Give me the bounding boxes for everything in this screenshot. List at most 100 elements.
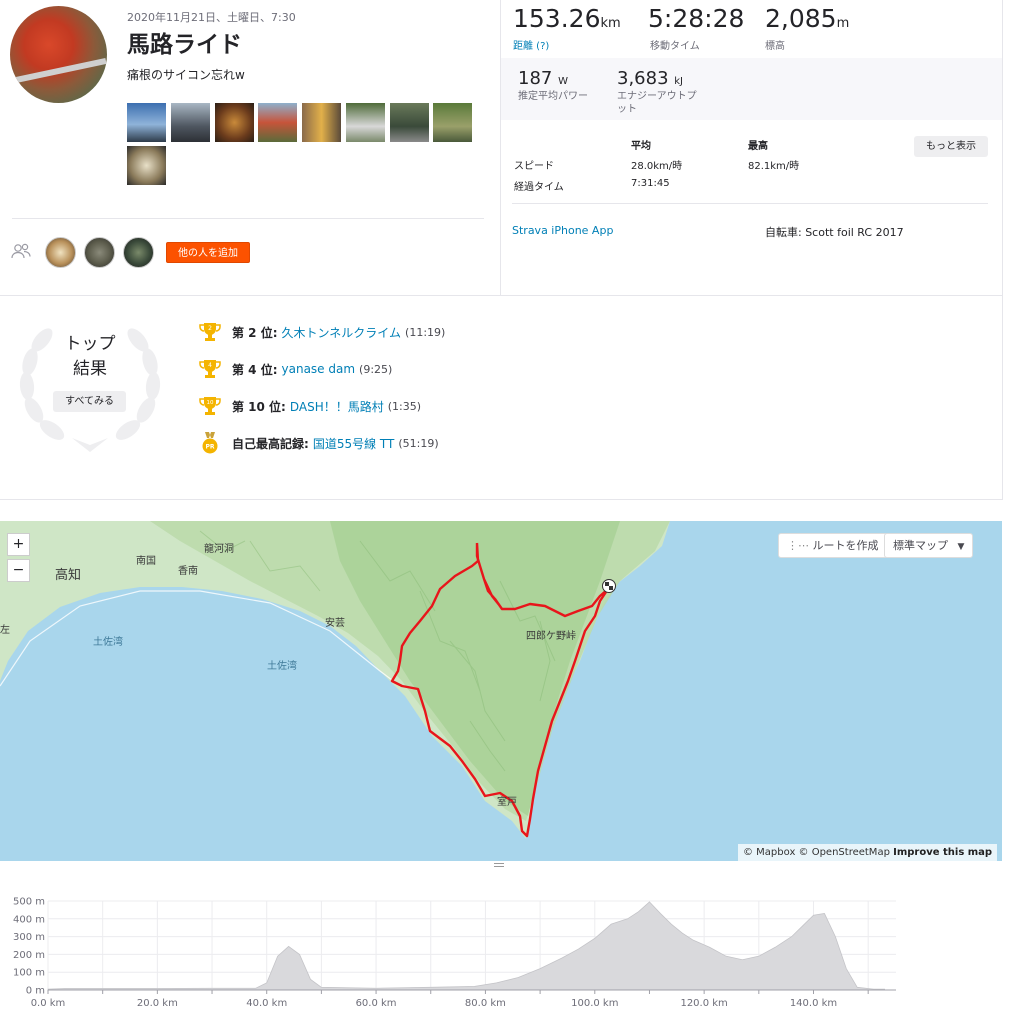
athlete-avatar[interactable] (84, 237, 115, 268)
achievement-item: 10 第 10 位: DASH！！馬路村 (1:35) (199, 394, 421, 418)
photo-thumbnail[interactable] (127, 146, 166, 185)
map-label-kochi: 高知 (55, 568, 82, 583)
bike-info: 自転車: Scott foil RC 2017 (765, 226, 904, 239)
secondary-stats-panel (501, 58, 1002, 120)
show-more-button[interactable]: もっと表示 (914, 136, 988, 157)
route-map[interactable]: + − 高知 南国 香南 龍河洞 安芸 土佐湾 土佐湾 四郎ケ野峠 室戸 左 (0, 521, 1002, 861)
zoom-in-button[interactable]: + (7, 533, 30, 556)
y-tick-label: 400 m (13, 914, 45, 925)
activity-description: 痛根のサイコン忘れw (127, 68, 245, 82)
y-tick-label: 0 m (26, 986, 45, 997)
energy-label: エナジーアウトプ ット (617, 91, 697, 115)
achievement-item: PR 自己最高記録: 国道55号線 TT (51:19) (199, 431, 439, 455)
elevation-chart[interactable]: 0 m 100 m 200 m 300 m 400 m 500 m 0.0 km 20.0 … (0, 872, 1003, 1024)
moving-time-value: 5:28:28 (648, 4, 745, 33)
finish-flag-icon (602, 579, 616, 593)
improve-map-link[interactable]: Improve this map (893, 847, 992, 858)
segment-link[interactable]: DASH！！馬路村 (290, 398, 384, 415)
segment-time: (1:35) (387, 399, 422, 413)
caret-down-icon: ▼ (957, 542, 965, 552)
photo-thumbnail[interactable] (390, 103, 429, 142)
photo-thumbnail[interactable] (171, 103, 210, 142)
x-tick-label: 140.0 km (790, 998, 837, 1009)
top-results-title-line: トップ (64, 334, 116, 354)
top-results-title-line: 結果 (73, 359, 107, 379)
energy-value: 3,683 kJ (617, 68, 684, 89)
photo-thumbnail[interactable] (302, 103, 341, 142)
y-tick-label: 100 m (13, 968, 45, 979)
svg-text:4: 4 (208, 362, 212, 369)
column-header-max: 最高 (748, 141, 768, 152)
divider (1002, 0, 1003, 500)
trophy-icon: 10 (199, 397, 221, 415)
segment-time: (11:19) (405, 325, 446, 339)
map-label-konan: 香南 (178, 566, 198, 577)
x-tick-label: 60.0 km (356, 998, 397, 1009)
y-tick-label: 500 m (13, 897, 45, 908)
segment-link[interactable]: 久木トンネルクライム (282, 324, 402, 341)
activity-title: 馬路ライド (127, 32, 242, 58)
photo-thumbnail[interactable] (127, 103, 166, 142)
elapsed-time-label: 経過タイム (514, 182, 564, 193)
resize-handle-icon[interactable] (494, 862, 504, 869)
achievement-rank: 自己最高記録: (232, 436, 309, 451)
segment-link[interactable]: yanase dam (282, 362, 356, 376)
achievement-item: 4 第 4 位: yanase dam (9:25) (199, 357, 392, 381)
top-results-title: トップ 結果 (40, 332, 140, 382)
photo-thumbnail[interactable] (433, 103, 472, 142)
x-tick-label: 40.0 km (246, 998, 287, 1009)
svg-text:2: 2 (208, 325, 212, 332)
y-axis: 0 m 100 m 200 m 300 m 400 m 500 m (13, 897, 45, 997)
divider (500, 0, 501, 295)
create-route-button[interactable]: ⋮⋯ ルートを作成 (778, 533, 888, 558)
divider (512, 203, 988, 204)
route-icon: ⋮⋯ (787, 539, 809, 552)
activity-date: 2020年11月21日、土曜日、7:30 (127, 11, 296, 24)
create-route-label: ルートを作成 (812, 539, 879, 552)
power-label: 推定平均パワー (518, 91, 588, 102)
attribution-text: © Mapbox © OpenStreetMap (743, 847, 890, 858)
x-tick-label: 80.0 km (465, 998, 506, 1009)
x-tick-label: 100.0 km (571, 998, 618, 1009)
map-style-label: 標準マップ (893, 539, 948, 552)
elapsed-time-value: 7:31:45 (631, 178, 670, 189)
pr-medal-icon: PR (202, 432, 218, 454)
segment-time: (51:19) (398, 436, 439, 450)
athlete-avatar[interactable] (123, 237, 154, 268)
trophy-icon: 4 (199, 360, 221, 378)
svg-text:PR: PR (205, 444, 214, 451)
segment-link[interactable]: 国道55号線 TT (313, 435, 395, 452)
photo-thumbnail[interactable] (215, 103, 254, 142)
device-app-link[interactable]: Strava iPhone App (512, 224, 613, 237)
map-attribution: © Mapbox © OpenStreetMap Improve this ma… (738, 844, 998, 861)
divider (0, 499, 1003, 500)
map-style-dropdown[interactable]: 標準マップ ▼ (884, 533, 974, 558)
map-label-aki: 安芸 (325, 618, 345, 629)
elevation-value: 2,085m (765, 4, 850, 33)
speed-max: 82.1km/時 (748, 161, 800, 172)
column-header-average: 平均 (631, 141, 651, 152)
power-value: 187 W (518, 68, 568, 89)
zoom-out-button[interactable]: − (7, 559, 30, 582)
speed-average: 28.0km/時 (631, 161, 683, 172)
y-tick-label: 200 m (13, 950, 45, 961)
achievement-rank: 第 2 位: (232, 325, 278, 340)
x-tick-label: 120.0 km (680, 998, 727, 1009)
photo-thumbnail[interactable] (258, 103, 297, 142)
map-label-tosa-bay: 土佐湾 (267, 661, 297, 672)
svg-text:10: 10 (207, 400, 214, 406)
speed-label: スピード (514, 161, 554, 172)
map-label-tosa-bay: 土佐湾 (93, 637, 123, 648)
map-canvas[interactable] (0, 521, 1002, 861)
elevation-label: 標高 (765, 41, 785, 52)
group-icon (11, 243, 31, 259)
photo-thumbnail[interactable] (346, 103, 385, 142)
add-others-button[interactable]: 他の人を追加 (166, 242, 250, 263)
see-all-button[interactable]: すべてみる (53, 391, 126, 412)
distance-value: 153.26km (513, 4, 621, 33)
map-label-muroto: 室戸 (497, 797, 517, 808)
athlete-avatar[interactable] (45, 237, 76, 268)
athlete-avatar[interactable] (10, 6, 107, 103)
map-label-edge: 左 (0, 625, 10, 636)
distance-label[interactable]: 距離 (?) (513, 37, 549, 52)
